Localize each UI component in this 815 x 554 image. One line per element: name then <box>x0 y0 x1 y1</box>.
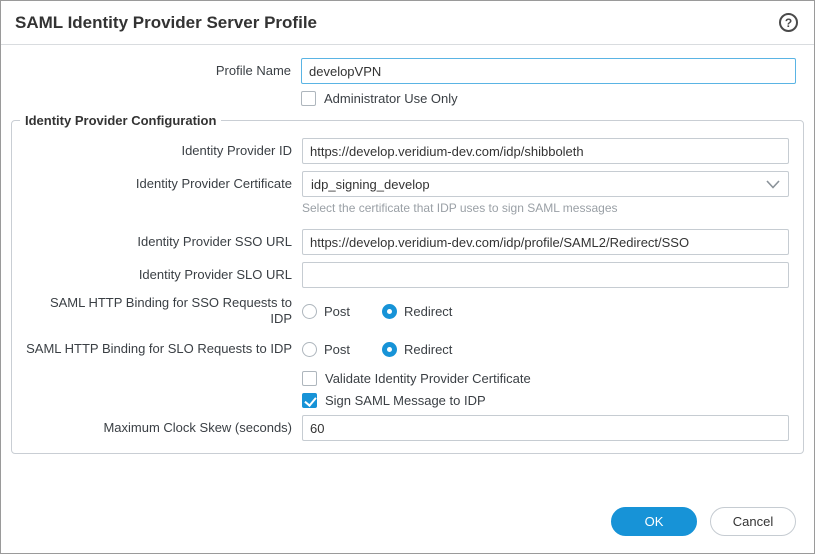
slo-binding-post-label: Post <box>324 342 350 357</box>
clock-skew-label: Maximum Clock Skew (seconds) <box>12 420 302 436</box>
radio-icon[interactable] <box>382 304 397 319</box>
checkbox-icon[interactable] <box>302 371 317 386</box>
sso-binding-post-label: Post <box>324 304 350 319</box>
idp-id-input[interactable] <box>302 138 789 164</box>
checkbox-icon[interactable] <box>302 393 317 408</box>
sso-url-row: Identity Provider SSO URL <box>12 229 789 255</box>
cancel-button[interactable]: Cancel <box>710 507 796 536</box>
dialog-body: Profile Name Administrator Use Only Iden… <box>1 45 814 499</box>
sign-saml-row: Sign SAML Message to IDP <box>12 393 789 408</box>
checkbox-icon[interactable] <box>301 91 316 106</box>
slo-url-input[interactable] <box>302 262 789 288</box>
chevron-down-icon <box>766 180 780 189</box>
slo-binding-redirect-option[interactable]: Redirect <box>382 342 452 357</box>
slo-binding-redirect-label: Redirect <box>404 342 452 357</box>
admin-only-row: Administrator Use Only <box>1 91 814 106</box>
dialog-title: SAML Identity Provider Server Profile <box>15 13 317 33</box>
slo-url-label: Identity Provider SLO URL <box>12 267 302 283</box>
clock-skew-input[interactable] <box>302 415 789 441</box>
idp-certificate-help-text: Select the certificate that IDP uses to … <box>302 201 618 215</box>
idp-certificate-dropdown[interactable]: idp_signing_develop <box>302 171 789 197</box>
help-icon[interactable]: ? <box>779 13 798 32</box>
idp-certificate-help-row: Select the certificate that IDP uses to … <box>12 201 789 215</box>
admin-only-label: Administrator Use Only <box>324 91 458 106</box>
sign-saml-checkbox[interactable]: Sign SAML Message to IDP <box>302 393 789 408</box>
sso-binding-redirect-option[interactable]: Redirect <box>382 304 452 319</box>
dialog-footer: OK Cancel <box>1 499 814 553</box>
radio-icon[interactable] <box>302 304 317 319</box>
radio-icon[interactable] <box>302 342 317 357</box>
sso-binding-post-option[interactable]: Post <box>302 304 350 319</box>
slo-binding-options: Post Redirect <box>302 342 789 357</box>
sso-url-label: Identity Provider SSO URL <box>12 234 302 250</box>
clock-skew-row: Maximum Clock Skew (seconds) <box>12 415 789 441</box>
sso-url-input[interactable] <box>302 229 789 255</box>
validate-cert-row: Validate Identity Provider Certificate <box>12 371 789 386</box>
profile-name-label: Profile Name <box>1 63 301 79</box>
idp-certificate-row: Identity Provider Certificate idp_signin… <box>12 171 789 197</box>
profile-name-input[interactable] <box>301 58 796 84</box>
validate-cert-checkbox[interactable]: Validate Identity Provider Certificate <box>302 371 789 386</box>
slo-binding-row: SAML HTTP Binding for SLO Requests to ID… <box>12 341 789 357</box>
idp-certificate-label: Identity Provider Certificate <box>12 176 302 192</box>
radio-icon[interactable] <box>382 342 397 357</box>
idp-id-label: Identity Provider ID <box>12 143 302 159</box>
sso-binding-options: Post Redirect <box>302 304 789 319</box>
dialog-header: SAML Identity Provider Server Profile ? <box>1 1 814 45</box>
admin-only-checkbox[interactable]: Administrator Use Only <box>301 91 796 106</box>
idp-configuration-section: Identity Provider Configuration Identity… <box>11 113 804 454</box>
sso-binding-row: SAML HTTP Binding for SSO Requests to ID… <box>12 295 789 327</box>
ok-button[interactable]: OK <box>611 507 697 536</box>
idp-certificate-value: idp_signing_develop <box>311 177 430 192</box>
sign-saml-label: Sign SAML Message to IDP <box>325 393 486 408</box>
sso-binding-redirect-label: Redirect <box>404 304 452 319</box>
sso-binding-label: SAML HTTP Binding for SSO Requests to ID… <box>12 295 302 327</box>
profile-name-row: Profile Name <box>1 58 814 84</box>
saml-idp-server-profile-dialog: SAML Identity Provider Server Profile ? … <box>0 0 815 554</box>
slo-url-row: Identity Provider SLO URL <box>12 262 789 288</box>
slo-binding-label: SAML HTTP Binding for SLO Requests to ID… <box>12 341 302 357</box>
slo-binding-post-option[interactable]: Post <box>302 342 350 357</box>
idp-configuration-legend: Identity Provider Configuration <box>20 113 221 128</box>
validate-cert-label: Validate Identity Provider Certificate <box>325 371 531 386</box>
idp-id-row: Identity Provider ID <box>12 138 789 164</box>
